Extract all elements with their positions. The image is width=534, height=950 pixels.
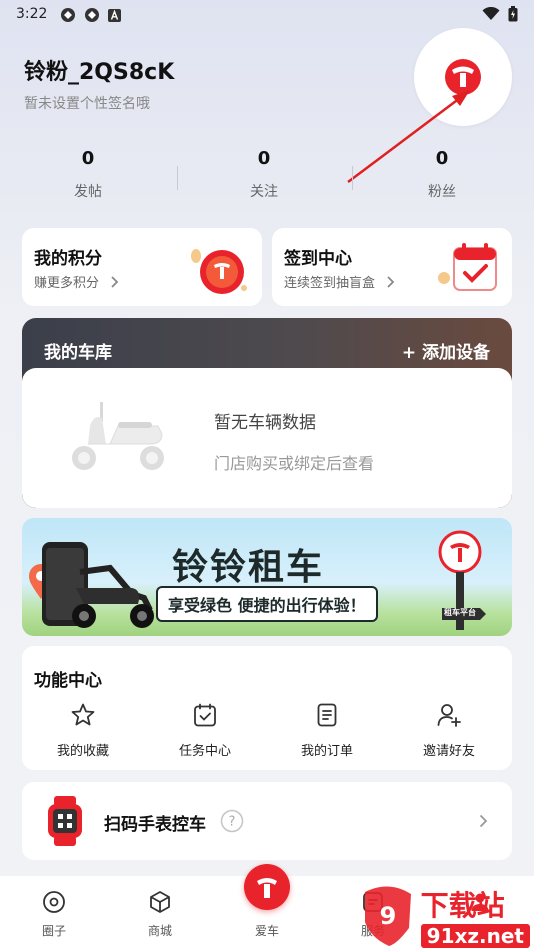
stat-following[interactable]: 0 关注 xyxy=(204,148,324,201)
svg-text:?: ? xyxy=(229,815,236,830)
garage-section: 我的车库 + 添加设备 暂无车辆数据 门店购买或绑定后查看 xyxy=(22,318,512,508)
smartwatch-icon xyxy=(48,796,82,846)
stat-followers[interactable]: 0 粉丝 xyxy=(382,148,502,201)
watermark-url: 91xz.net xyxy=(420,924,530,948)
tab-mall[interactable]: 商城 xyxy=(120,888,200,939)
my-orders-button[interactable]: 我的订单 xyxy=(272,700,382,759)
add-user-icon xyxy=(437,704,461,727)
star-icon xyxy=(71,703,95,726)
calendar-icon xyxy=(438,243,497,291)
chevron-right-icon xyxy=(479,814,488,828)
order-list-icon xyxy=(317,703,337,727)
circle-icon xyxy=(43,891,65,913)
invite-friends-label: 邀请好友 xyxy=(422,744,475,759)
divider xyxy=(352,166,353,190)
scooter-placeholder-icon xyxy=(72,402,164,470)
signin-title: 签到中心 xyxy=(284,249,352,269)
calendar-check-icon xyxy=(194,703,216,727)
chevron-right-icon xyxy=(387,276,395,288)
tab-circle-label: 圈子 xyxy=(41,924,66,938)
points-card[interactable]: 我的积分 赚更多积分 xyxy=(22,228,262,306)
stat-label: 发帖 xyxy=(74,184,102,200)
svg-text:9: 9 xyxy=(379,902,396,930)
function-center: 功能中心 我的收藏 任务中心 我的订单 邀请好友 xyxy=(22,646,512,770)
garage-empty-state: 暂无车辆数据 门店购买或绑定后查看 xyxy=(22,368,512,508)
task-center-button[interactable]: 任务中心 xyxy=(150,700,260,759)
tab-mall-label: 商城 xyxy=(147,924,172,938)
banner-title: 铃铃租车 xyxy=(172,547,325,588)
tab-car-label: 爱车 xyxy=(254,924,279,938)
chevron-right-icon xyxy=(111,276,119,288)
stat-label: 粉丝 xyxy=(428,184,456,200)
signin-subtitle: 连续签到抽盲盒 xyxy=(284,276,376,291)
my-orders-label: 我的订单 xyxy=(300,744,353,759)
cube-icon xyxy=(150,891,170,913)
site-watermark: 9 下载站 91xz.net xyxy=(359,882,530,948)
invite-friends-button[interactable]: 邀请好友 xyxy=(394,700,504,759)
points-subtitle: 赚更多积分 xyxy=(34,276,100,291)
profile-stats: 0 发帖 0 关注 0 粉丝 xyxy=(0,148,534,208)
stat-value: 0 xyxy=(81,148,95,169)
scan-watch-row[interactable]: 扫码手表控车 ? xyxy=(22,782,512,860)
phone-scooter-illustration xyxy=(42,542,154,628)
function-center-title: 功能中心 xyxy=(34,671,102,691)
banner-subtitle: 享受绿色 便捷的出行体验！ xyxy=(156,586,378,622)
stat-value: 0 xyxy=(257,148,271,169)
banner-sign-text: 租车平台 xyxy=(444,608,476,617)
favorites-button[interactable]: 我的收藏 xyxy=(28,700,138,759)
garage-title: 我的车库 xyxy=(44,343,112,363)
stat-value: 0 xyxy=(435,148,449,169)
signin-card[interactable]: 签到中心 连续签到抽盲盒 xyxy=(272,228,512,306)
rental-banner[interactable]: 铃铃租车 享受绿色 便捷的出行体验！ 租车平台 xyxy=(22,518,512,636)
points-title: 我的积分 xyxy=(34,249,102,269)
add-device-button[interactable]: + 添加设备 xyxy=(402,338,490,363)
garage-empty-subtitle: 门店购买或绑定后查看 xyxy=(214,454,375,473)
favorites-label: 我的收藏 xyxy=(56,744,109,759)
stat-label: 关注 xyxy=(250,184,278,200)
stat-posts[interactable]: 0 发帖 xyxy=(28,148,148,201)
task-center-label: 任务中心 xyxy=(178,744,231,759)
help-icon[interactable]: ? xyxy=(220,809,244,833)
tab-circle[interactable]: 圈子 xyxy=(14,888,94,939)
tab-car[interactable] xyxy=(244,864,290,910)
divider xyxy=(177,166,178,190)
brand-logo-icon xyxy=(257,878,277,898)
garage-empty-title: 暂无车辆数据 xyxy=(214,413,316,433)
watermark-logo-icon: 9 xyxy=(364,886,411,946)
coin-icon xyxy=(191,249,247,294)
watermark-text: 下载站 xyxy=(420,889,505,922)
scan-watch-label: 扫码手表控车 xyxy=(104,815,206,835)
